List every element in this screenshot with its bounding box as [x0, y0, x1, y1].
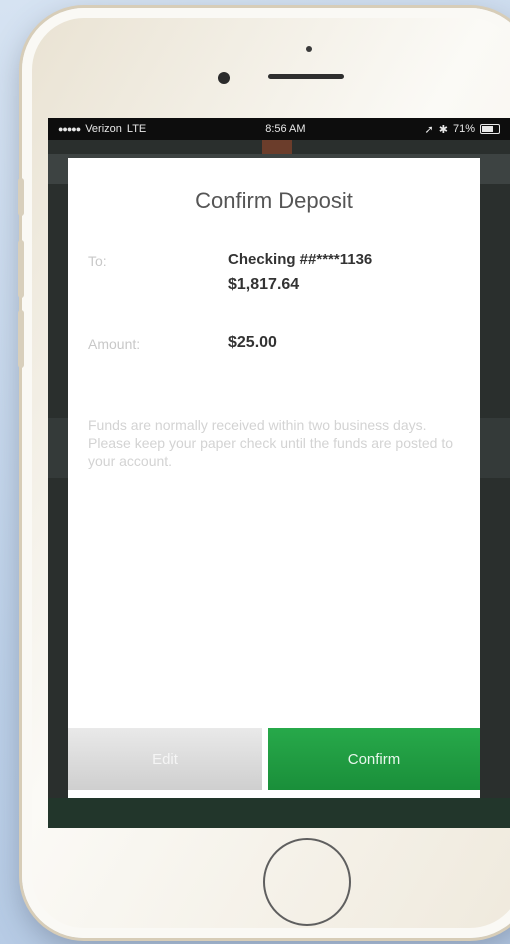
confirm-button[interactable]: Confirm — [268, 728, 480, 790]
volume-down-button — [18, 310, 24, 368]
earpiece-speaker — [268, 74, 344, 79]
bluetooth-icon: ✱ — [438, 123, 448, 136]
proximity-sensor — [306, 46, 312, 52]
dialog-title: Confirm Deposit — [195, 188, 353, 213]
to-label: To: — [88, 253, 107, 269]
location-icon: ➚ — [424, 123, 434, 136]
phone-screen: ●●●●● Verizon LTE 8:56 AM ➚ ✱ 71% Confir… — [48, 118, 510, 828]
confirm-deposit-dialog: Confirm Deposit To: Checking ##****1136 … — [68, 158, 480, 798]
amount-value: $25.00 — [228, 334, 277, 351]
funds-disclaimer: Funds are normally received within two b… — [88, 417, 454, 469]
mute-switch — [18, 178, 24, 216]
background-stage: ●●●●● Verizon LTE 8:56 AM ➚ ✱ 71% Confir… — [0, 0, 510, 944]
background-accent-tab — [262, 140, 292, 154]
signal-icon: ●●●●● — [58, 124, 81, 134]
status-time: 8:56 AM — [265, 123, 306, 135]
carrier-name: Verizon — [85, 123, 122, 135]
to-account-name: Checking ##****1136 — [228, 251, 373, 268]
front-camera-icon — [218, 72, 230, 84]
home-button[interactable] — [263, 838, 351, 926]
volume-up-button — [18, 240, 24, 298]
status-left: ●●●●● Verizon LTE — [58, 123, 146, 135]
amount-label: Amount: — [88, 336, 141, 352]
network-type: LTE — [126, 123, 147, 135]
status-bar: ●●●●● Verizon LTE 8:56 AM ➚ ✱ 71% — [48, 118, 510, 140]
battery-icon — [479, 124, 500, 134]
to-account-balance: $1,817.64 — [228, 276, 300, 293]
background-bottom-bar — [48, 798, 510, 828]
status-right: ➚ ✱ 71% — [425, 123, 500, 136]
battery-percent: 71% — [452, 123, 475, 135]
edit-button[interactable]: Edit — [68, 728, 262, 790]
